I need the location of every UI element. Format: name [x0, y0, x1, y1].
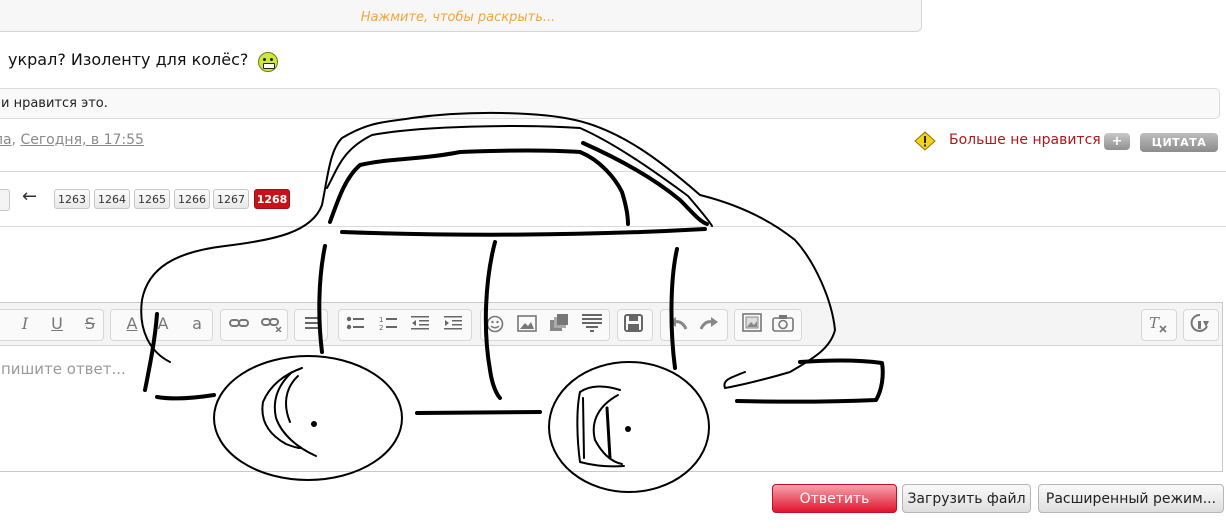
- toggle-bbcode-icon[interactable]: [1190, 313, 1210, 333]
- advanced-mode-button[interactable]: Расширенный режим...: [1038, 484, 1224, 513]
- page-button[interactable]: 1264: [94, 189, 130, 209]
- page-button[interactable]: 1267: [213, 189, 249, 209]
- quote-button[interactable]: ЦИТАТА: [1140, 133, 1218, 152]
- svg-text:T: T: [1149, 314, 1160, 332]
- page-button[interactable]: 1265: [134, 189, 170, 209]
- divider: [0, 171, 1226, 172]
- font-family-icon[interactable]: a: [186, 313, 208, 335]
- save-icon[interactable]: [624, 314, 643, 332]
- current-page-button[interactable]: 1268: [254, 189, 290, 209]
- post-message-text: украл? Изоленту для колёс?: [8, 50, 249, 69]
- insert-image-icon[interactable]: [742, 313, 762, 332]
- bullet-list-icon[interactable]: [346, 315, 364, 331]
- window-top-stroke: [328, 148, 630, 226]
- post-date-link[interactable]: Сегодня, в 17:55: [20, 132, 144, 148]
- strikethrough-icon[interactable]: S: [79, 313, 101, 335]
- remove-format-icon[interactable]: T: [1148, 313, 1168, 333]
- svg-text:1: 1: [379, 316, 383, 324]
- page-nav-stub[interactable]: [0, 189, 10, 211]
- quote-expand-link[interactable]: Нажмите, чтобы раскрыть...: [0, 10, 921, 25]
- media-icon[interactable]: [549, 314, 569, 332]
- upload-file-button[interactable]: Загрузить файл: [902, 484, 1031, 513]
- unlike-link[interactable]: Больше не нравится: [949, 132, 1101, 148]
- underline-icon[interactable]: U: [46, 313, 68, 335]
- warning-icon[interactable]: [914, 131, 936, 151]
- font-size-icon[interactable]: A: [152, 313, 174, 335]
- indent-icon[interactable]: [444, 315, 462, 331]
- redo-icon[interactable]: [699, 317, 719, 331]
- divider: [0, 226, 1226, 227]
- quote-block[interactable]: Нажмите, чтобы раскрыть...: [0, 0, 922, 32]
- font-color-icon[interactable]: A: [121, 313, 143, 335]
- svg-text:2: 2: [379, 324, 383, 331]
- rear-window-stroke: [581, 141, 709, 226]
- align-icon[interactable]: [305, 316, 321, 330]
- undo-icon[interactable]: [668, 317, 688, 331]
- likes-text: и нравится это.: [1, 96, 108, 111]
- code-icon[interactable]: [582, 314, 602, 332]
- likes-summary: и нравится это.: [0, 88, 1220, 119]
- post-meta: ла, Сегодня, в 17:55: [0, 132, 144, 148]
- prev-page-arrow[interactable]: ←: [22, 186, 37, 207]
- green-grin-smiley-icon: [258, 52, 278, 72]
- multiquote-plus-button[interactable]: +: [1104, 133, 1130, 150]
- roof-inner-stroke: [326, 125, 713, 227]
- reply-editor[interactable]: пишите ответ...: [0, 302, 1223, 472]
- editor-placeholder: пишите ответ...: [1, 360, 126, 378]
- image-icon[interactable]: [517, 315, 537, 332]
- unlink-icon[interactable]: [261, 316, 283, 332]
- numbered-list-icon[interactable]: 12: [379, 315, 397, 331]
- outdent-icon[interactable]: [411, 315, 429, 331]
- editor-toolbar: [0, 303, 1222, 346]
- author-link[interactable]: ла: [0, 132, 12, 148]
- smilies-icon[interactable]: [486, 315, 504, 333]
- reply-button[interactable]: Ответить: [772, 484, 897, 513]
- camera-icon[interactable]: [772, 314, 794, 332]
- page-button[interactable]: 1263: [54, 189, 90, 209]
- page-button[interactable]: 1266: [174, 189, 210, 209]
- italic-icon[interactable]: I: [14, 313, 36, 335]
- belt-line-stroke: [340, 227, 707, 237]
- link-icon[interactable]: [229, 316, 249, 330]
